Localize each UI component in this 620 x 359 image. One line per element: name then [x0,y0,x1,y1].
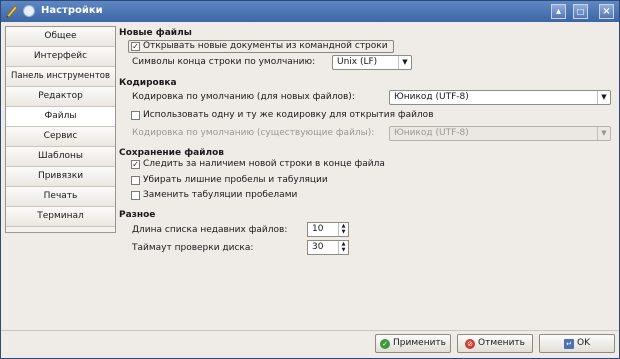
sidebar-item-general[interactable]: Общее [6,27,115,47]
strip-spaces-checkbox[interactable] [131,176,140,185]
encoding-heading: Кодировка [119,78,177,88]
sidebar-item-printing[interactable]: Печать [6,187,115,207]
eol-label: Символы конца строки по умолчанию: [132,57,316,67]
disk-check-timeout-value: 30 [312,242,324,252]
chevron-down-icon: ▼ [597,127,610,140]
ok-button[interactable]: ↵ OK [539,334,615,353]
sidebar-item-files[interactable]: Файлы [6,107,115,127]
sidebar-item-tools[interactable]: Сервис [6,127,115,147]
apply-button[interactable]: ✓ Применить [375,334,451,353]
apply-label: Применить [393,338,446,348]
eol-value: Unix (LF) [337,57,378,67]
default-encoding-new-value: Юникод (UTF-8) [394,92,469,102]
default-encoding-new-label: Кодировка по умолчанию (для новых файлов… [132,92,355,102]
same-encoding-label[interactable]: Использовать одну и ту же кодировку для … [143,110,434,120]
ok-icon: ↵ [564,339,574,349]
sidebar-item-keybindings[interactable]: Привязки [6,167,115,187]
maximize-icon[interactable]: □ [573,4,588,19]
shade-icon[interactable]: ▴ [551,4,566,19]
close-icon[interactable]: × [599,4,614,19]
replace-tabs-checkbox[interactable] [131,191,140,200]
open-new-docs-checkbox[interactable]: ✓ [131,42,140,51]
cancel-label: Отменить [478,338,525,348]
disk-check-timeout-spinner[interactable]: 30 ▲ ▼ [307,240,349,255]
eol-select[interactable]: Unix (LF) ▼ [332,55,412,70]
default-encoding-existing-value: Юникод (UTF-8) [394,128,469,138]
saving-heading: Сохранение файлов [119,148,224,158]
spinner-arrows-icon[interactable]: ▲ ▼ [338,223,348,236]
default-encoding-new-select[interactable]: Юникод (UTF-8) ▼ [389,90,611,105]
default-encoding-existing-select: Юникод (UTF-8) ▼ [389,126,611,141]
recent-files-length-label: Длина списка недавних файлов: [132,225,288,235]
sidebar-item-interface[interactable]: Интерфейс [6,47,115,67]
chevron-down-icon: ▼ [597,91,610,104]
sidebar-item-editor[interactable]: Редактор [6,87,115,107]
disk-check-timeout-label: Таймаут проверки диска: [132,243,254,253]
sidebar-item-terminal[interactable]: Терминал [6,207,115,227]
window-title: Настройки [41,5,103,16]
new-files-heading: Новые файлы [119,28,192,38]
track-newline-checkbox[interactable]: ✓ [131,160,140,169]
category-sidebar: Общее Интерфейс Панель инструментов Реда… [5,26,116,233]
chevron-down-icon: ▼ [398,56,411,69]
app-icon [6,5,18,18]
recent-files-length-value: 10 [312,224,324,234]
cancel-icon: ⊘ [465,339,476,349]
sidebar-item-templates[interactable]: Шаблоны [6,147,115,167]
replace-tabs-label[interactable]: Заменить табуляции пробелами [143,190,297,200]
titlebar[interactable]: Настройки ▴ □ × [1,1,619,22]
cancel-button[interactable]: ⊘ Отменить [457,334,533,353]
track-newline-label[interactable]: Следить за наличием новой строки в конце… [143,159,385,169]
spinner-arrows-icon[interactable]: ▲ ▼ [338,241,348,254]
divider [1,330,619,331]
ok-label: OK [577,338,590,348]
preferences-window: Настройки ▴ □ × Общее Интерфейс Панель и… [0,0,620,359]
open-new-docs-label[interactable]: Открывать новые документы из командной с… [143,41,388,51]
strip-spaces-label[interactable]: Убирать лишние пробелы и табуляции [143,175,328,185]
checkmark-icon: ✓ [380,339,391,349]
misc-heading: Разное [119,210,156,220]
same-encoding-checkbox[interactable] [131,111,140,120]
sidebar-item-toolbar[interactable]: Панель инструментов [6,67,115,87]
recent-files-length-spinner[interactable]: 10 ▲ ▼ [307,222,349,237]
default-encoding-existing-label: Кодировка по умолчанию (существующие фай… [132,128,375,138]
window-menu-icon[interactable] [23,5,35,17]
